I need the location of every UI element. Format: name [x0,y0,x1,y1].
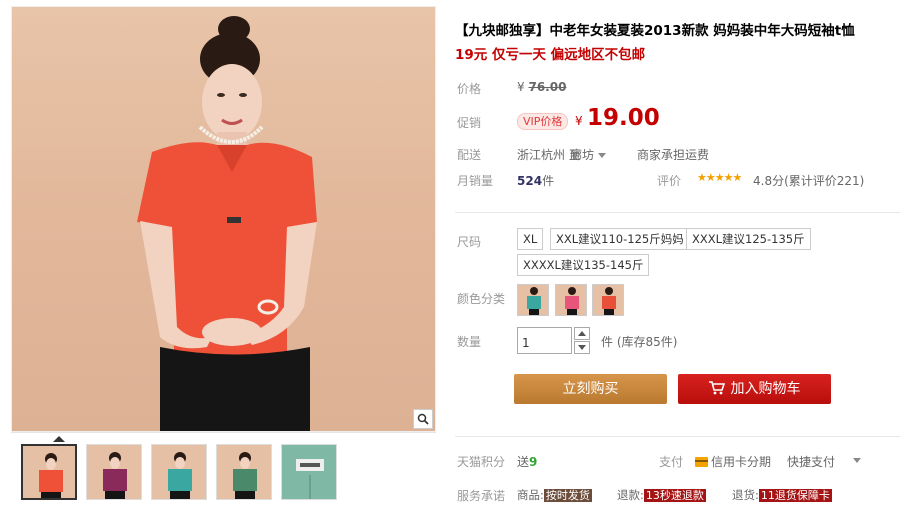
promo-label: 促销 [457,116,482,130]
size-option-xxxl[interactable]: XXXL建议125-135斤 [686,228,811,250]
buy-now-button[interactable]: 立刻购买 [514,374,667,404]
shipping-note: 商家承担运费 [637,148,710,162]
main-product-image[interactable] [11,6,436,432]
review-score-link[interactable]: 4.8分(累计评价221) [753,172,864,189]
product-subtitle: 19元 仅亏一天 偏远地区不包邮 [455,47,646,63]
add-to-cart-button[interactable]: 加入购物车 [678,374,831,404]
color-option-pink[interactable] [555,284,587,316]
tmall-points-label: 天猫积分 [457,455,506,469]
product-info-panel: 【九块邮独享】中老年女装夏装2013新款 妈妈装中年大码短袖t恤 19元 仅亏一… [455,0,900,517]
thumbnail-4[interactable] [216,444,272,500]
service-label: 服务承诺 [457,489,506,503]
quick-pay[interactable]: 快捷支付 [787,453,835,470]
credit-card-icon [695,457,708,467]
shipping-label: 配送 [457,148,482,162]
size-label: 尺码 [457,235,482,249]
promo-price: 19.00 [587,105,660,131]
color-option-red[interactable] [592,284,624,316]
thumbnail-3[interactable] [151,444,207,500]
size-option-xl[interactable]: XL [517,228,544,250]
service-info-box: 天猫积分 送9 支付 信用卡分期 快捷支付 服务承诺 商品: 按时发货 退款: 13… [455,436,900,517]
tmall-points-value: 送9 [517,455,538,469]
color-label: 颜色分类 [457,292,506,306]
original-price: ¥ 76.00 [517,80,567,94]
service-shipping: 商品: 按时发货 [517,488,592,502]
price-info-box: 价格 ¥ 76.00 促销 VIP价格 ¥ 19.00 配送 浙江杭州 至 廊坊… [455,70,900,196]
review-label: 评价 [657,174,682,188]
monthly-sales: 524件 [517,174,555,188]
service-return: 退货: 11退货保障卡 [732,488,832,502]
size-option-xxl[interactable]: XXL建议110-125斤妈妈 [550,228,690,250]
chevron-down-icon[interactable] [853,458,861,463]
quantity-decrease-icon[interactable] [574,341,590,354]
payment-label: 支付 [659,455,684,469]
color-option-teal[interactable] [517,284,549,316]
ship-destination-select[interactable]: 廊坊 [570,146,607,163]
service-refund: 退款: 13秒速退款 [617,488,706,502]
section-divider [455,212,900,213]
model-photo [137,16,317,431]
credit-card-installment[interactable]: 信用卡分期 [695,453,771,470]
price-label: 价格 [457,82,482,96]
thumbnail-strip [11,432,436,517]
size-option-xxxxl[interactable]: XXXXL建议135-145斤 [517,254,650,276]
quantity-increase-icon[interactable] [574,327,590,340]
promo-currency: ¥ [575,114,583,128]
quantity-label: 数量 [457,335,482,349]
thumbnail-5[interactable] [281,444,337,500]
quantity-stock: 件 (库存85件) [601,335,678,349]
chevron-down-icon [598,153,607,158]
vip-price-badge: VIP价格 [517,113,569,130]
thumbnail-1[interactable] [21,444,77,500]
star-rating-icon: ★★★★★ [697,171,742,184]
cart-icon [708,381,725,395]
quantity-input[interactable] [517,327,572,354]
zoom-icon[interactable] [413,409,433,429]
thumbnail-2[interactable] [86,444,142,500]
active-thumb-indicator [53,436,65,442]
product-title: 【九块邮独享】中老年女装夏装2013新款 妈妈装中年大码短袖t恤 [455,23,855,39]
sales-label: 月销量 [457,174,494,188]
